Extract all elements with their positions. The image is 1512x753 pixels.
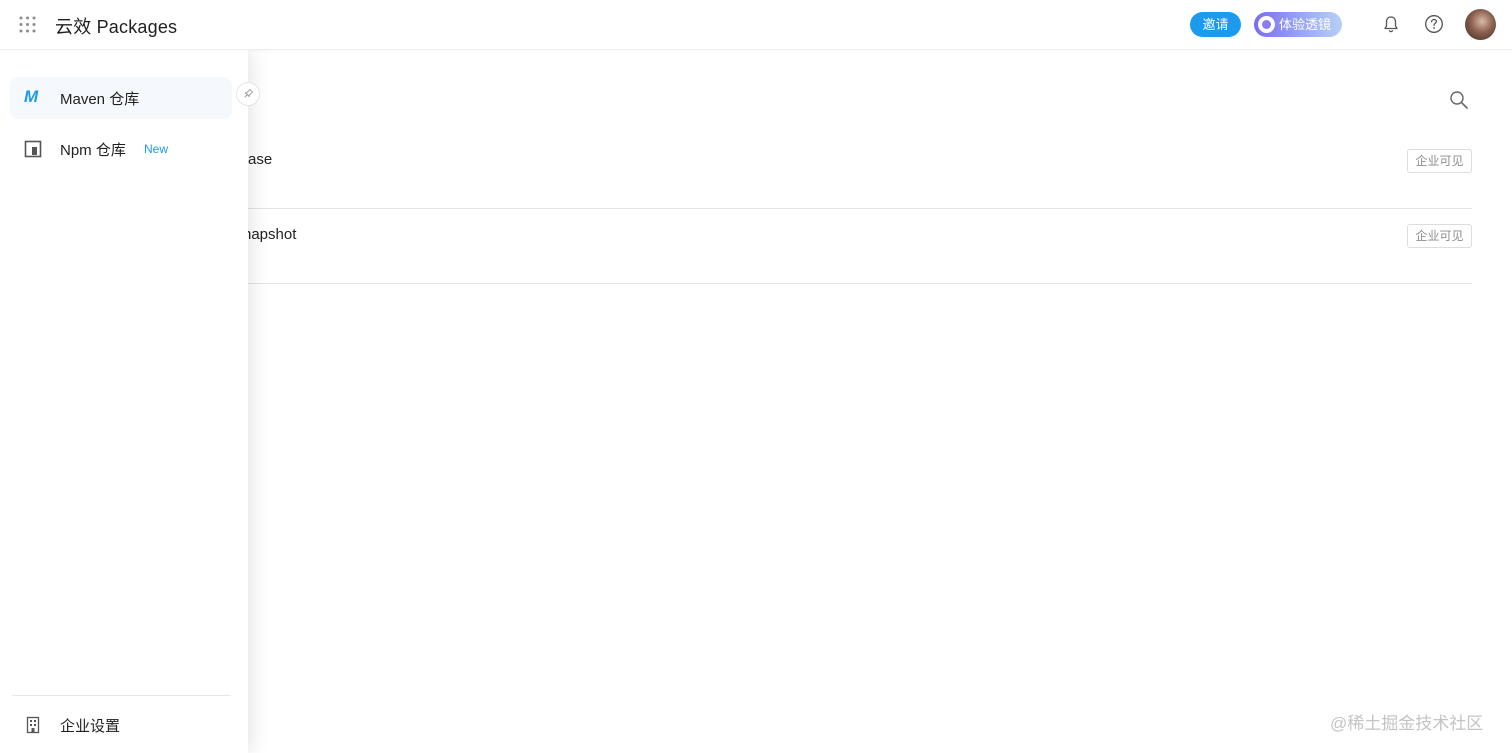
app-title[interactable]: 云效 Packages	[55, 13, 177, 39]
lens-button-label: 体验透镜	[1279, 17, 1332, 32]
repo-name: napshot	[243, 226, 297, 243]
sidebar-item-maven[interactable]: M Maven 仓库	[10, 77, 232, 119]
top-bar: 云效 Packages 邀请 体验透镜	[0, 0, 1512, 50]
sidebar-item-npm[interactable]: Npm 仓库 New	[10, 128, 232, 170]
search-icon[interactable]	[1449, 90, 1469, 110]
experience-lens-button[interactable]: 体验透镜	[1254, 12, 1342, 37]
pin-sidebar-button[interactable]	[236, 82, 260, 106]
invite-button[interactable]: 邀请	[1190, 12, 1241, 37]
sidebar-item-enterprise-settings[interactable]: 企业设置	[10, 704, 232, 746]
sidebar: M Maven 仓库 Npm 仓库 New 企业设置	[0, 50, 260, 753]
lens-icon	[1258, 16, 1275, 33]
sidebar-divider	[12, 695, 231, 696]
avatar[interactable]	[1465, 9, 1496, 40]
watermark: @稀土掘金技术社区	[1330, 714, 1484, 733]
help-icon[interactable]	[1424, 14, 1444, 34]
sidebar-item-label: Npm 仓库	[60, 142, 126, 159]
npm-icon	[24, 140, 42, 158]
repo-name: ase	[248, 151, 273, 168]
bell-icon[interactable]	[1382, 15, 1400, 33]
maven-icon: M	[24, 87, 39, 106]
sidebar-item-label: Maven 仓库	[60, 91, 140, 108]
app-grid-icon[interactable]	[19, 16, 36, 33]
pin-icon	[244, 88, 254, 98]
new-badge: New	[136, 137, 177, 161]
building-icon	[26, 716, 40, 734]
visibility-tag: 企业可见	[1407, 149, 1472, 173]
sidebar-item-label: 企业设置	[60, 718, 121, 735]
visibility-tag: 企业可见	[1407, 224, 1472, 248]
